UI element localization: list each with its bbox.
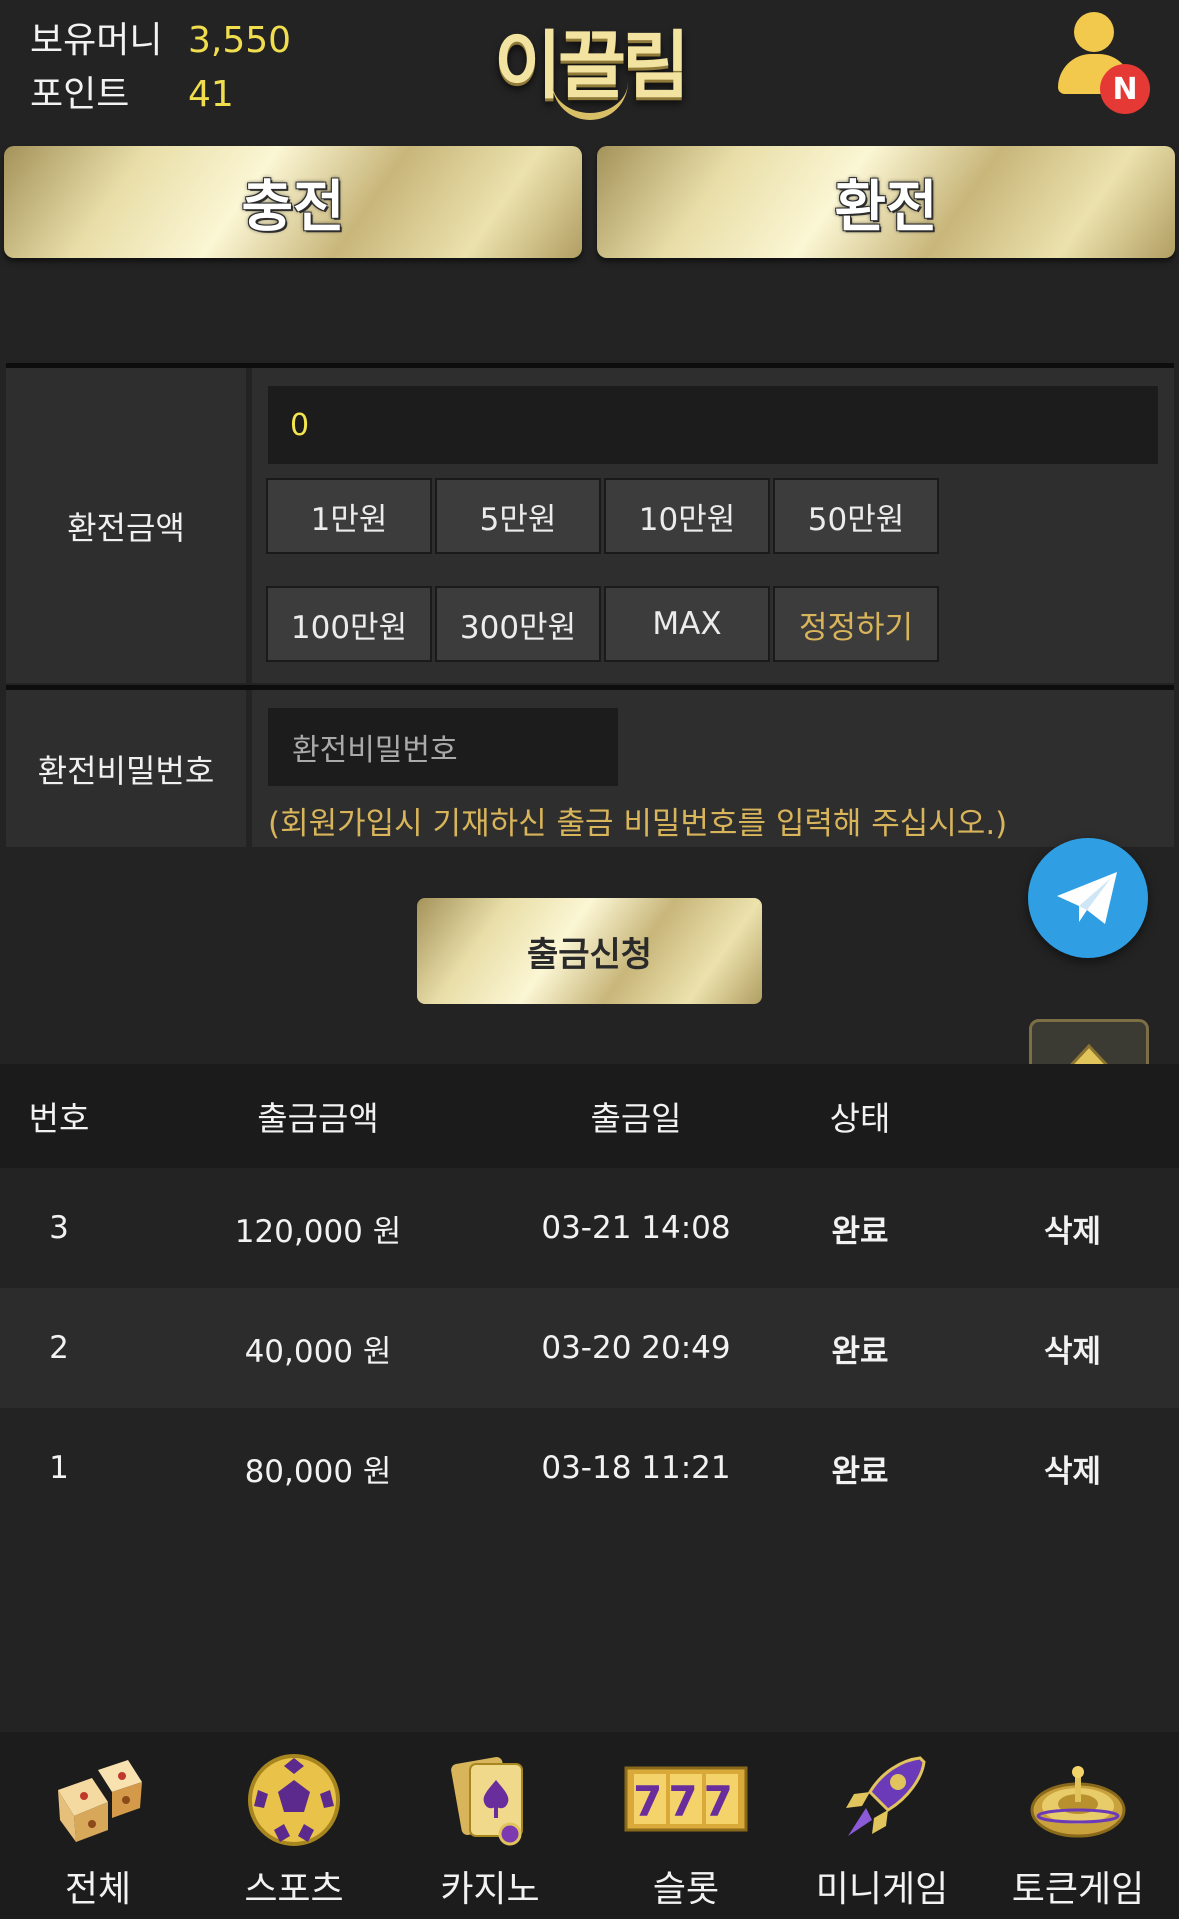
- header-amount: 출금금액: [257, 1099, 379, 1138]
- row-date: 03-20 20:49: [541, 1330, 731, 1366]
- nav-item-slots[interactable]: 777 슬롯: [588, 1732, 784, 1919]
- delete-button[interactable]: 삭제: [966, 1408, 1179, 1528]
- table-row: 2 40,000 원 03-20 20:49 완료 삭제: [0, 1288, 1179, 1408]
- row-number: 3: [49, 1210, 69, 1246]
- reset-amount-button[interactable]: 정정하기: [773, 586, 939, 662]
- chip-max-button[interactable]: MAX: [604, 586, 770, 662]
- profile-button[interactable]: N: [1052, 12, 1152, 114]
- nav-label: 카지노: [440, 1869, 540, 1910]
- header-date: 출금일: [590, 1099, 682, 1138]
- chip-3m-button[interactable]: 300만원: [435, 586, 601, 662]
- notification-badge: N: [1100, 64, 1150, 114]
- row-date: 03-21 14:08: [541, 1210, 731, 1246]
- row-state: 완료: [831, 1213, 889, 1250]
- withdraw-amount-row: 환전금액 0 1만원 5만원 10만원 50만원 100만원 300만원 MAX…: [6, 363, 1174, 683]
- history-table-header: 번호 출금금액 출금일 상태: [0, 1064, 1179, 1168]
- delete-button[interactable]: 삭제: [966, 1288, 1179, 1408]
- chip-1m-button[interactable]: 100만원: [266, 586, 432, 662]
- money-value: 3,550: [188, 20, 292, 61]
- soccer-ball-icon: [248, 1754, 340, 1846]
- slot-777-icon: 777: [624, 1766, 748, 1832]
- row-date: 03-18 11:21: [541, 1450, 731, 1486]
- row-state: 완료: [831, 1333, 889, 1370]
- delete-button[interactable]: 삭제: [966, 1168, 1179, 1288]
- telegram-button[interactable]: [1028, 838, 1148, 958]
- playing-cards-icon: [451, 1756, 523, 1846]
- chip-500k-button[interactable]: 50만원: [773, 478, 939, 554]
- password-label: 환전비밀번호: [6, 690, 246, 847]
- logo-ring-decoration: [552, 76, 628, 120]
- header-number: 번호: [28, 1099, 90, 1138]
- amount-input[interactable]: 0: [268, 386, 1158, 464]
- row-number: 1: [49, 1450, 69, 1486]
- password-input[interactable]: 환전비밀번호: [268, 708, 618, 786]
- password-content: 환전비밀번호 (회원가입시 기재하신 출금 비밀번호를 입력해 주십시오.): [252, 690, 1174, 847]
- chip-10k-button[interactable]: 1만원: [266, 478, 432, 554]
- row-amount: 80,000 원: [244, 1453, 392, 1490]
- nav-label: 슬롯: [652, 1869, 720, 1910]
- balance-panel: 보유머니 3,550 포인트 41: [30, 14, 291, 122]
- money-label: 보유머니: [30, 20, 163, 61]
- row-number: 2: [49, 1330, 69, 1366]
- nav-item-casino[interactable]: 카지노: [392, 1732, 588, 1919]
- telegram-icon: [1057, 872, 1117, 924]
- row-amount: 120,000 원: [234, 1213, 402, 1250]
- points-value: 41: [188, 74, 234, 115]
- nav-item-all[interactable]: 전체: [0, 1732, 196, 1919]
- withdraw-password-row: 환전비밀번호 환전비밀번호 (회원가입시 기재하신 출금 비밀번호를 입력해 주…: [6, 685, 1174, 847]
- nav-item-token-game[interactable]: 토큰게임: [980, 1732, 1176, 1919]
- nav-label: 미니게임: [815, 1869, 949, 1910]
- roulette-icon: [1030, 1766, 1126, 1838]
- row-state: 완료: [831, 1453, 889, 1490]
- header: 보유머니 3,550 포인트 41 이끌림 N: [0, 0, 1179, 140]
- withdraw-request-button[interactable]: 출금신청: [417, 898, 762, 1004]
- slot-digits: 777: [633, 1777, 739, 1826]
- nav-item-sports[interactable]: 스포츠: [196, 1732, 392, 1919]
- nav-item-minigame[interactable]: 미니게임: [784, 1732, 980, 1919]
- withdraw-button[interactable]: 환전: [597, 146, 1175, 258]
- points-label: 포인트: [30, 74, 130, 115]
- password-hint: (회원가입시 기재하신 출금 비밀번호를 입력해 주십시오.): [268, 806, 1008, 842]
- header-state: 상태: [829, 1099, 891, 1138]
- user-icon: [1074, 12, 1114, 52]
- rocket-icon: [846, 1756, 926, 1836]
- nav-label: 전체: [64, 1869, 132, 1910]
- amount-label: 환전금액: [6, 368, 246, 683]
- amount-content: 0 1만원 5만원 10만원 50만원 100만원 300만원 MAX 정정하기: [252, 368, 1174, 683]
- nav-label: 스포츠: [244, 1869, 344, 1910]
- nav-label: 토큰게임: [1011, 1869, 1145, 1910]
- table-row: 3 120,000 원 03-21 14:08 완료 삭제: [0, 1168, 1179, 1288]
- chip-100k-button[interactable]: 10만원: [604, 478, 770, 554]
- site-logo[interactable]: 이끌림: [470, 0, 710, 130]
- deposit-button[interactable]: 충전: [4, 146, 582, 258]
- chip-50k-button[interactable]: 5만원: [435, 478, 601, 554]
- row-amount: 40,000 원: [244, 1333, 392, 1370]
- dice-icon: [58, 1760, 142, 1842]
- bottom-navigation: 전체 스포츠 카지노 777 슬롯 미니게임 토큰게임: [0, 1732, 1179, 1919]
- table-row: 1 80,000 원 03-18 11:21 완료 삭제: [0, 1408, 1179, 1528]
